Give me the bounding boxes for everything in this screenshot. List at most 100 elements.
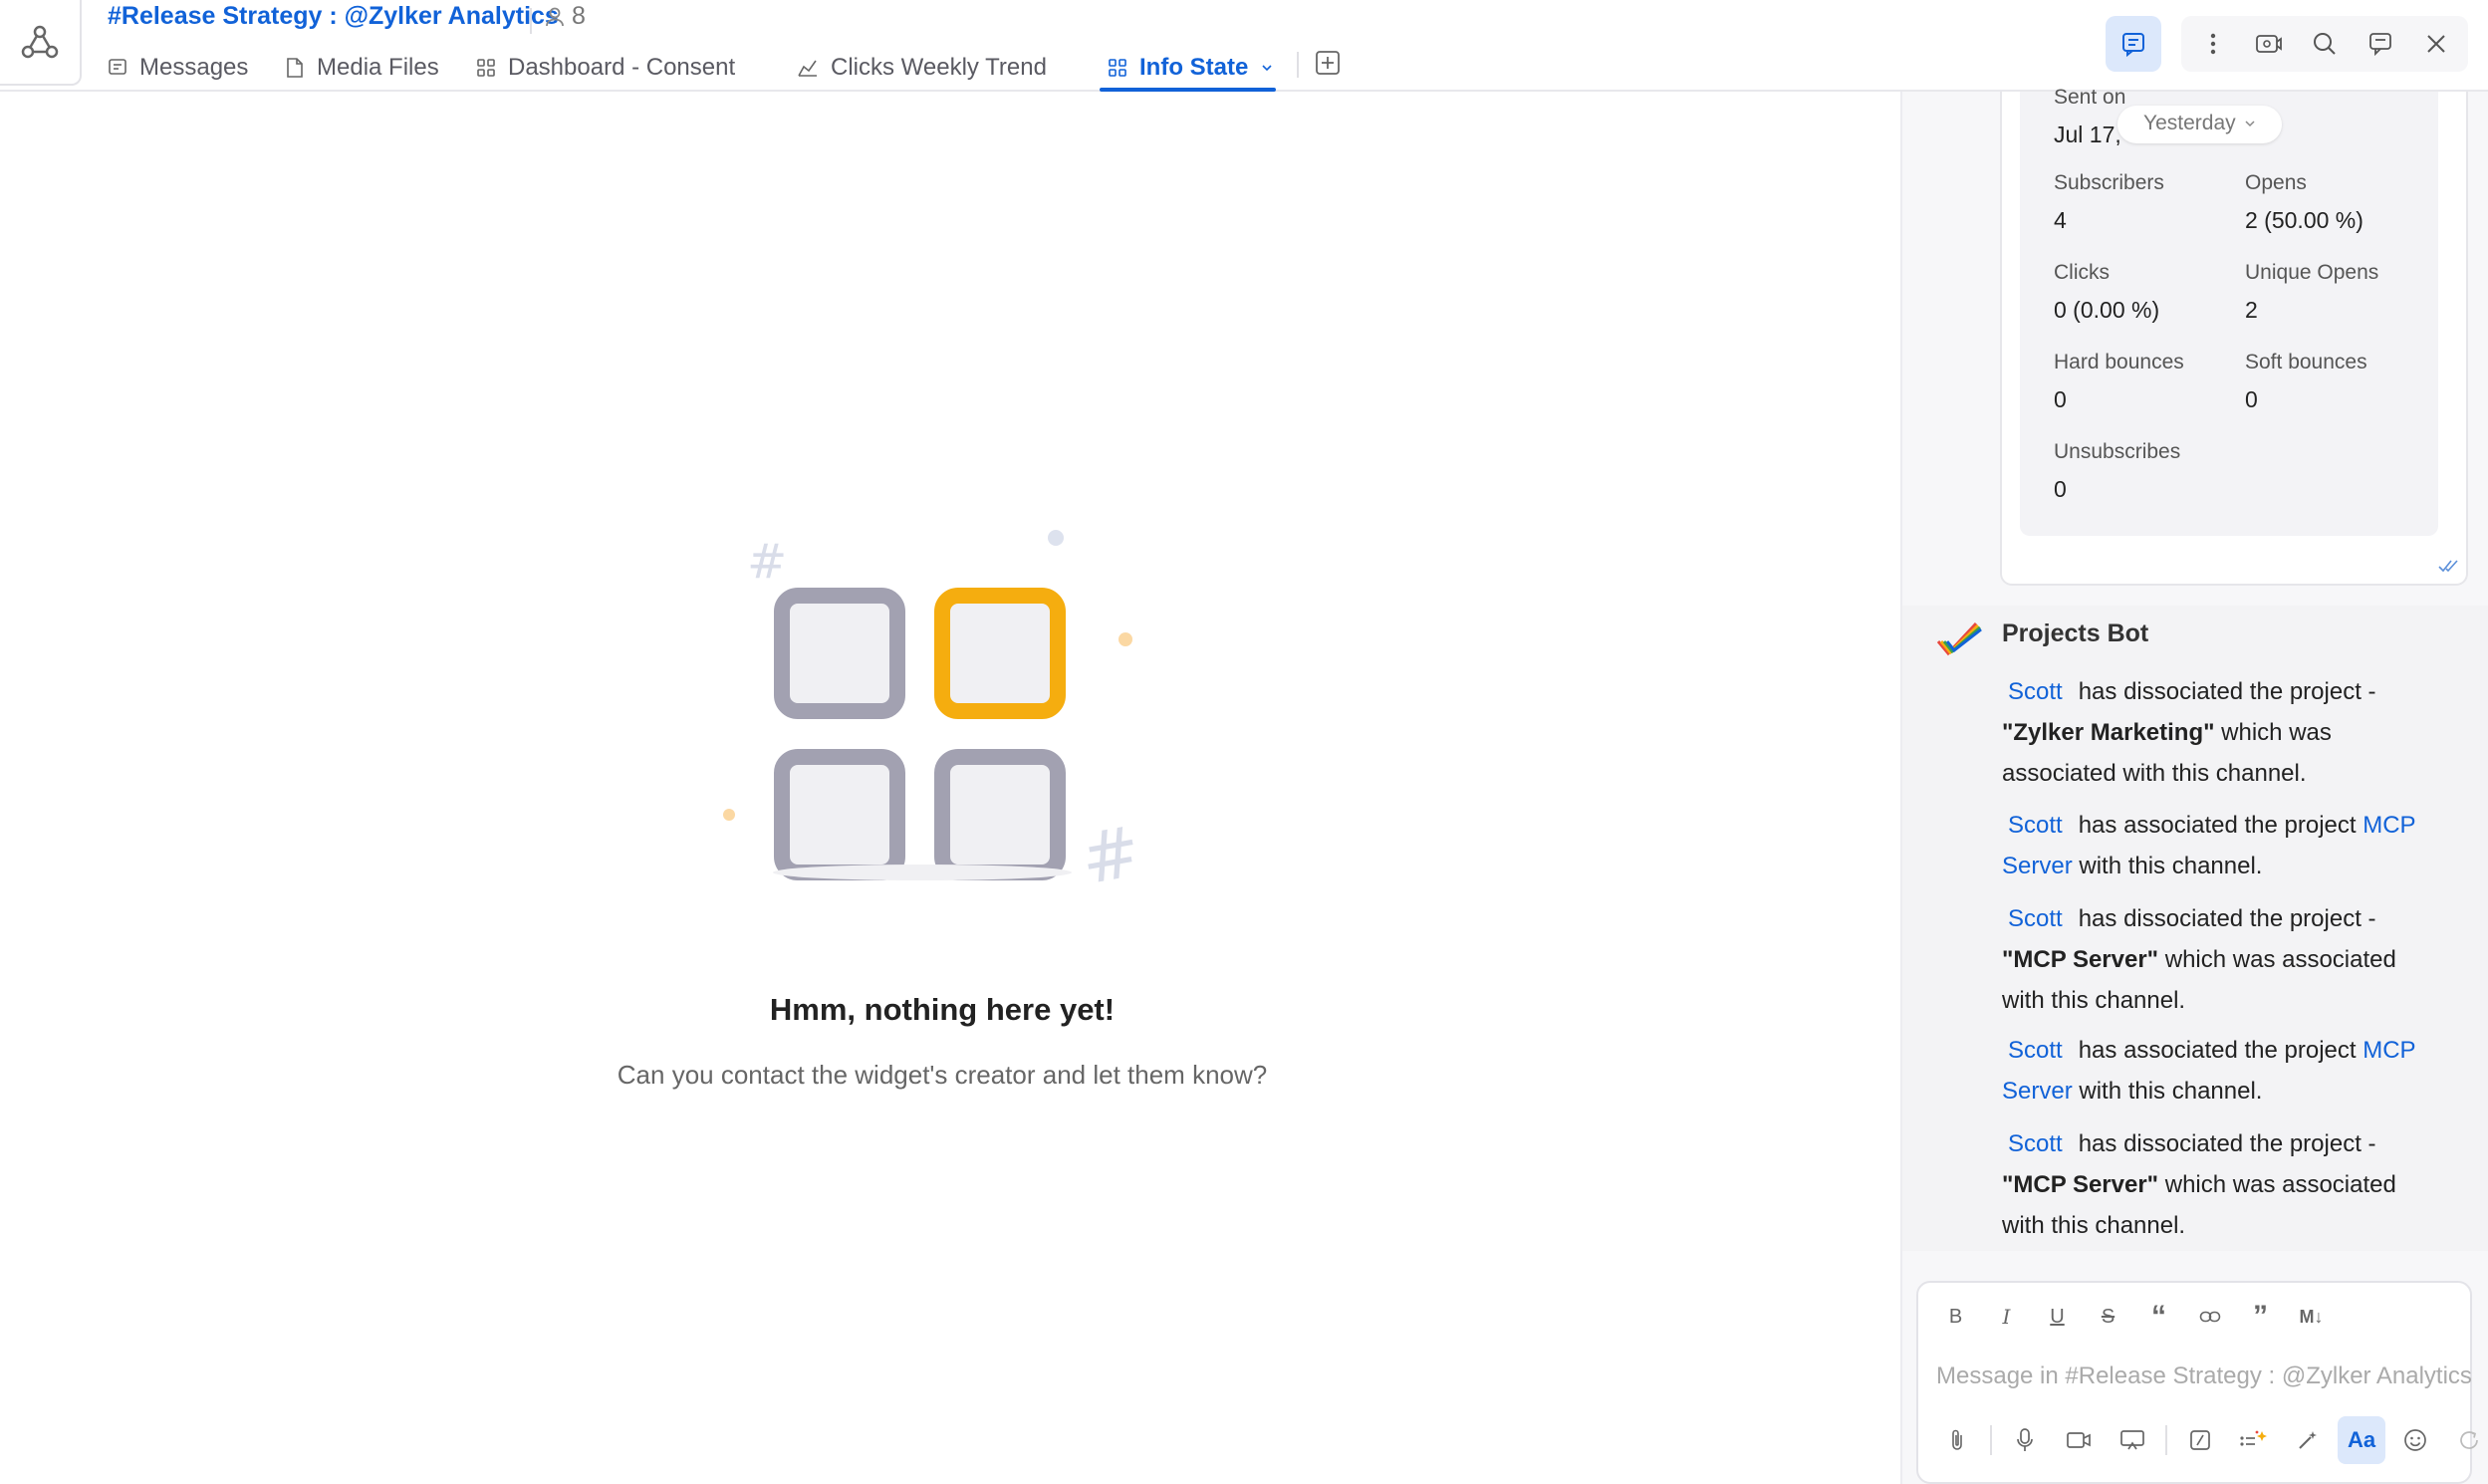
user-mention[interactable]: Scott: [2008, 678, 2063, 705]
strikethrough-icon: S: [2101, 1305, 2115, 1328]
tab-messages[interactable]: Messages: [108, 44, 248, 92]
more-options-button[interactable]: [2185, 16, 2241, 72]
blockquote-button[interactable]: ”: [2235, 1299, 2286, 1335]
tab-label: Info State: [1139, 54, 1249, 81]
stat-label-soft-bounces: Soft bounces: [2245, 351, 2367, 373]
italic-icon: I: [2002, 1305, 2011, 1329]
close-icon: [2427, 35, 2445, 53]
add-tab-button[interactable]: [1315, 50, 1341, 81]
message-input[interactable]: Message in #Release Strategy : @Zylker A…: [1936, 1362, 2472, 1390]
link-icon: [2199, 1311, 2220, 1323]
quote-button[interactable]: “: [2133, 1299, 2184, 1335]
projects-check-icon: [1936, 621, 1982, 656]
search-button[interactable]: [2297, 16, 2353, 72]
tab-media-files[interactable]: Media Files: [285, 44, 439, 92]
link-button[interactable]: [2184, 1299, 2235, 1335]
magic-wand-button[interactable]: [2281, 1416, 2335, 1464]
formatting-toggle-button[interactable]: Aa: [2338, 1416, 2385, 1464]
screen-share-button[interactable]: [2106, 1416, 2159, 1464]
channel-network-icon: [21, 25, 59, 59]
stat-label-subscribers: Subscribers: [2054, 171, 2164, 194]
bot-message-group: Projects Bot Scott has dissociated the pr…: [1902, 606, 2488, 1251]
toolbar-divider: [2165, 1425, 2167, 1455]
user-mention[interactable]: Scott: [2008, 1130, 2063, 1157]
tab-info-state[interactable]: Info State: [1100, 44, 1277, 92]
message-text: has dissociated the project -: [2078, 678, 2376, 705]
tab-label: Clicks Weekly Trend: [831, 54, 1047, 81]
text-format-icon: Aa: [2347, 1427, 2376, 1452]
chat-toggle-button[interactable]: [2106, 16, 2161, 72]
bot-message: Scott has associated the project MCP Serv…: [2002, 1030, 2440, 1112]
member-count-value: 8: [572, 2, 586, 30]
project-name: "Zylker Marketing": [2002, 719, 2215, 746]
tab-label: Media Files: [317, 54, 439, 81]
bot-name[interactable]: Projects Bot: [2002, 619, 2148, 648]
chevron-down-icon: [2245, 121, 2255, 127]
user-mention[interactable]: Scott: [2008, 905, 2063, 932]
channel-logo[interactable]: [0, 0, 82, 86]
slash-command-button[interactable]: [2173, 1416, 2227, 1464]
video-call-button[interactable]: [2241, 16, 2297, 72]
empty-state-subtitle: Can you contact the widget's creator and…: [617, 1060, 1268, 1090]
stat-label-unsubscribes: Unsubscribes: [2054, 440, 2181, 463]
file-icon: [287, 58, 303, 78]
microphone-icon: [2017, 1428, 2033, 1451]
underline-icon: U: [2050, 1305, 2065, 1328]
ai-assist-button[interactable]: [2227, 1416, 2281, 1464]
member-count[interactable]: 8: [544, 2, 586, 31]
send-icon: [2460, 1431, 2478, 1449]
thread-icon: [2369, 33, 2391, 57]
markdown-button[interactable]: M↓: [2286, 1299, 2337, 1335]
date-separator-pill[interactable]: Yesterday: [2117, 106, 2282, 143]
italic-button[interactable]: I: [1981, 1299, 2032, 1335]
quote-icon: “: [2151, 1300, 2166, 1333]
voice-button[interactable]: [1998, 1416, 2052, 1464]
video-message-button[interactable]: [2052, 1416, 2106, 1464]
attach-button[interactable]: [1930, 1416, 1984, 1464]
tab-clicks-weekly-trend[interactable]: Clicks Weekly Trend: [797, 44, 1047, 92]
tab-label: Dashboard - Consent: [508, 54, 736, 81]
empty-state-title: Hmm, nothing here yet!: [769, 992, 1116, 1027]
paperclip-icon: [1952, 1429, 1962, 1450]
strikethrough-button[interactable]: S: [2083, 1299, 2133, 1335]
bot-message: Scott has associated the project MCP Serv…: [2002, 805, 2440, 886]
tab-dashboard-consent[interactable]: Dashboard - Consent: [476, 44, 735, 92]
bold-icon: B: [1948, 1305, 1963, 1328]
close-button[interactable]: [2408, 16, 2464, 72]
slash-command-icon: [2190, 1430, 2210, 1450]
video-icon: [2256, 35, 2282, 53]
screen-share-icon: [2120, 1430, 2144, 1450]
projects-bot-avatar[interactable]: [1936, 619, 1982, 664]
date-pill-label: Yesterday: [2143, 112, 2236, 134]
plus-square-icon: [1316, 51, 1340, 75]
stat-label-unique-opens: Unique Opens: [2245, 261, 2379, 284]
send-button[interactable]: [2442, 1416, 2488, 1464]
sparkle-list-icon: [2240, 1430, 2267, 1446]
stat-label-hard-bounces: Hard bounces: [2054, 351, 2184, 373]
chart-icon: [798, 60, 817, 77]
underline-button[interactable]: U: [2032, 1299, 2083, 1335]
message-composer: B I U S “ ” M↓ Message in #Release Strat…: [1916, 1281, 2478, 1484]
tab-divider: [1297, 52, 1299, 78]
grid-icon: [1109, 59, 1126, 77]
project-name: "MCP Server": [2002, 946, 2159, 973]
channel-title[interactable]: #Release Strategy : @Zylker Analytics: [108, 2, 559, 31]
message-text: has associated the project: [2078, 1037, 2364, 1064]
magic-wand-icon: [2299, 1431, 2317, 1449]
bot-message: Scott has dissociated the project - "MCP …: [2002, 898, 2440, 1021]
bold-button[interactable]: B: [1930, 1299, 1981, 1335]
dashboard-icon: [477, 59, 495, 77]
stat-value-unique-opens: 2: [2245, 297, 2258, 323]
header-actions: [2106, 16, 2468, 72]
chevron-down-icon[interactable]: [1260, 61, 1274, 75]
emoji-button[interactable]: [2388, 1416, 2442, 1464]
title-divider: [530, 8, 532, 34]
project-name: "MCP Server": [2002, 1171, 2159, 1198]
threads-button[interactable]: [2353, 16, 2408, 72]
stat-value-opens: 2 (50.00 %): [2245, 207, 2364, 233]
user-mention[interactable]: Scott: [2008, 1037, 2063, 1064]
hash-decor-icon: #: [1075, 810, 1146, 896]
user-mention[interactable]: Scott: [2008, 812, 2063, 839]
sent-on-label: Sent on: [2054, 86, 2126, 109]
emoji-icon: [2404, 1429, 2426, 1451]
